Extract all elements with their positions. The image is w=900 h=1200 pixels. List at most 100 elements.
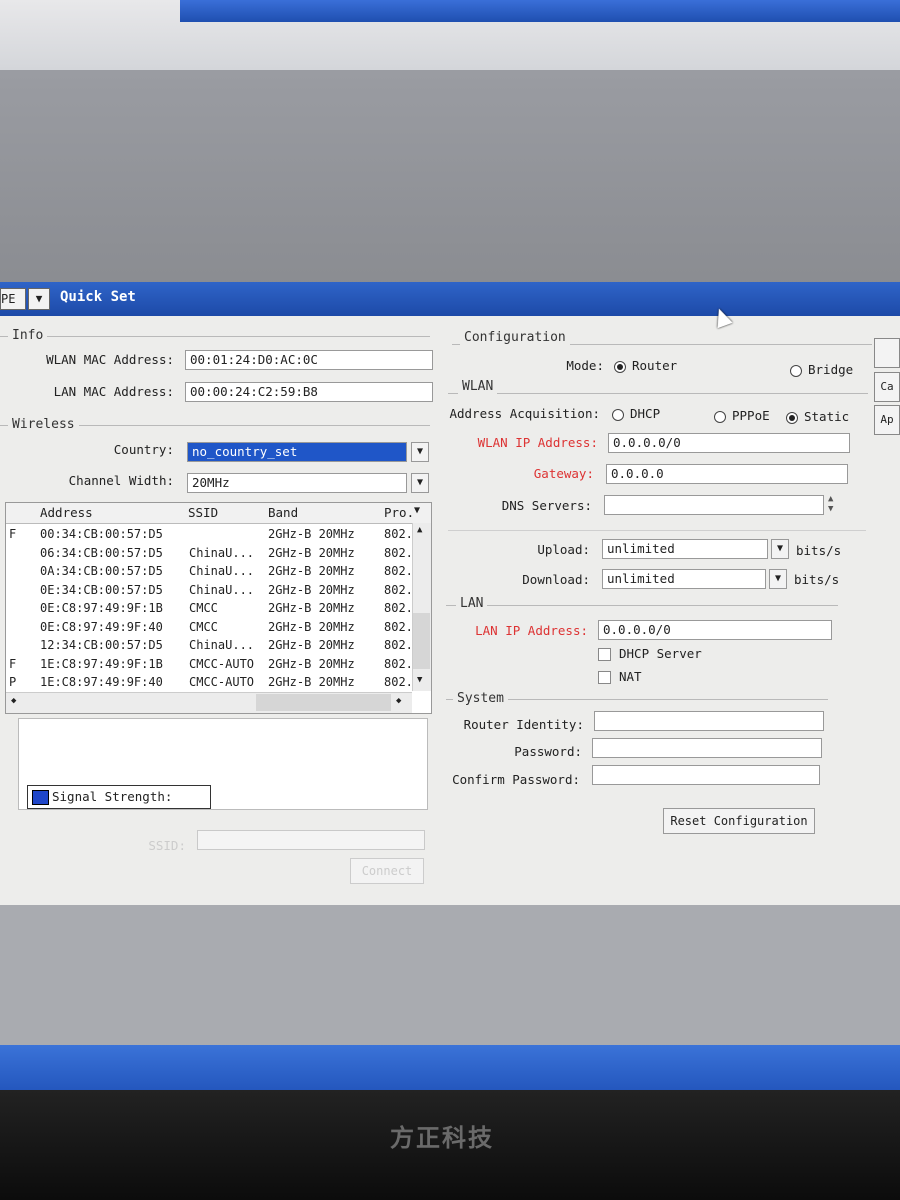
dhcp-server-checkbox[interactable]: DHCP Server	[598, 646, 702, 661]
radio-selected-icon[interactable]	[786, 411, 798, 424]
table-horizontal-scrollbar[interactable]: ◆ ◆	[6, 692, 412, 713]
ssid-input[interactable]	[197, 830, 425, 850]
gateway-label: Gateway:	[533, 466, 594, 481]
window-titlebar[interactable]: PE ▼ Quick Set	[0, 282, 900, 316]
cell-ssid: ChinaU...	[189, 545, 255, 560]
address-acquisition-label: Address Acquisition:	[449, 406, 600, 421]
download-label: Download:	[522, 572, 590, 587]
system-group-title: System	[453, 691, 508, 706]
table-row[interactable]: 0E:C8:97:49:9F:40 CMCC 2GHz-B 20MHz 802.	[6, 618, 413, 637]
table-row[interactable]: F 00:34:CB:00:57:D5 2GHz-B 20MHz 802.	[6, 525, 413, 544]
password-input[interactable]	[592, 738, 822, 758]
wlan-mac-label: WLAN MAC Address:	[46, 352, 174, 367]
cell-pro: 802.	[384, 619, 413, 634]
monitor-brand-logo: 方正科技	[390, 1124, 494, 1152]
cell-band: 2GHz-B 20MHz	[268, 582, 355, 597]
cell-address: 00:34:CB:00:57:D5	[40, 527, 163, 541]
cell-band: 2GHz-B 20MHz	[268, 601, 355, 615]
country-select[interactable]: no_country_set	[187, 442, 407, 462]
table-row[interactable]: 0E:C8:97:49:9F:1B CMCC 2GHz-B 20MHz 802.	[6, 599, 413, 618]
column-header-protocol[interactable]: Pro.	[384, 505, 414, 520]
lan-group-line	[446, 605, 838, 606]
cell-band: 2GHz-B 20MHz	[268, 656, 355, 671]
columns-dropdown-icon[interactable]: ▼	[414, 505, 420, 516]
reset-configuration-button[interactable]: Reset Configuration	[663, 808, 815, 834]
checkbox-icon[interactable]	[598, 648, 611, 661]
acq-pppoe-radio[interactable]: PPPoE	[714, 408, 770, 423]
wlan-ip-input[interactable]: 0.0.0.0/0	[608, 433, 850, 453]
cell-pro: 802.	[384, 527, 413, 541]
scroll-thumb[interactable]	[413, 613, 430, 669]
country-dropdown-icon[interactable]: ▼	[411, 442, 429, 462]
cell-pro: 802.	[384, 601, 413, 615]
scroll-right-icon[interactable]: ◆	[396, 696, 401, 706]
table-row[interactable]: 12:34:CB:00:57:D5 ChinaU... 2GHz-B 20MHz 80…	[6, 636, 413, 655]
cancel-button[interactable]: Ca	[874, 372, 900, 402]
info-group-title: Info	[8, 328, 48, 343]
download-select[interactable]: unlimited	[602, 569, 766, 589]
gateway-input[interactable]: 0.0.0.0	[606, 464, 848, 484]
cell-band: 2GHz-B 20MHz	[268, 619, 355, 634]
table-row[interactable]: 06:34:CB:00:57:D5 ChinaU... 2GHz-B 20MHz 80…	[6, 544, 413, 563]
apply-button[interactable]: Ap	[874, 405, 900, 435]
mode-bridge-radio[interactable]: Bridge	[790, 362, 853, 377]
table-row[interactable]: 0E:34:CB:00:57:D5 ChinaU... 2GHz-B 20MHz 80…	[6, 581, 413, 600]
ok-button[interactable]	[874, 338, 900, 368]
scroll-down-icon[interactable]: ▼	[417, 675, 422, 685]
table-vertical-scrollbar[interactable]: ▲ ▼	[412, 523, 431, 691]
cell-pro: 802.	[384, 545, 413, 560]
upload-select[interactable]: unlimited	[602, 539, 768, 559]
dns-updown-icon[interactable]: ▲ ▼	[828, 494, 833, 514]
wlan-mac-field: 00:01:24:D0:AC:0C	[185, 350, 433, 370]
signal-color-swatch	[32, 790, 49, 805]
profile-selector[interactable]: PE	[0, 288, 26, 310]
cell-address: 1E:C8:97:49:9F:1B	[40, 656, 163, 671]
window-title: Quick Set	[60, 289, 136, 305]
cell-pro: 802.	[384, 582, 413, 597]
mode-bridge-label: Bridge	[808, 362, 854, 377]
dns-servers-input[interactable]	[604, 495, 824, 515]
cell-address: 0E:C8:97:49:9F:1B	[40, 601, 163, 615]
table-row[interactable]: P 1E:C8:97:49:9F:40 CMCC-AUTO 2GHz-B 20MHz 8…	[6, 673, 413, 692]
connect-button[interactable]: Connect	[350, 858, 424, 884]
acq-static-radio[interactable]: Static	[786, 409, 849, 424]
upload-dropdown-icon[interactable]: ▼	[771, 539, 789, 559]
upload-unit: bits/s	[796, 543, 842, 558]
mode-label: Mode:	[566, 358, 604, 373]
radio-unselected-icon[interactable]	[612, 408, 624, 421]
table-row[interactable]: F 1E:C8:97:49:9F:1B CMCC-AUTO 2GHz-B 20MHz 8…	[6, 655, 413, 674]
column-header-address[interactable]: Address	[40, 505, 93, 520]
desktop-area	[0, 70, 900, 290]
radio-selected-icon[interactable]	[614, 360, 626, 373]
configuration-group-title: Configuration	[460, 330, 570, 345]
scroll-up-icon[interactable]: ▲	[417, 525, 422, 535]
channel-width-label: Channel Width:	[68, 473, 174, 488]
monitor-bezel: 方正科技	[0, 1090, 900, 1200]
download-dropdown-icon[interactable]: ▼	[769, 569, 787, 589]
radio-unselected-icon[interactable]	[714, 410, 726, 423]
radio-unselected-icon[interactable]	[790, 364, 802, 377]
column-header-band[interactable]: Band	[268, 505, 298, 520]
cell-ssid: CMCC-AUTO	[189, 675, 255, 689]
upload-label: Upload:	[537, 542, 590, 557]
table-row[interactable]: 0A:34:CB:00:57:D5 ChinaU... 2GHz-B 20MHz 80…	[6, 562, 413, 581]
taskbar[interactable]	[0, 1045, 900, 1090]
scan-list-table[interactable]: Address SSID Band Pro. ▼ F 00:34:CB:00:57…	[5, 502, 432, 714]
column-header-ssid[interactable]: SSID	[188, 505, 218, 520]
hscroll-thumb[interactable]	[256, 694, 391, 711]
acq-dhcp-radio[interactable]: DHCP	[612, 406, 660, 421]
channel-width-select[interactable]: 20MHz	[187, 473, 407, 493]
mode-router-radio[interactable]: Router	[614, 358, 677, 373]
router-identity-label: Router Identity:	[463, 717, 584, 732]
lan-ip-input[interactable]: 0.0.0.0/0	[598, 620, 832, 640]
profile-dropdown-icon[interactable]: ▼	[28, 288, 50, 310]
scroll-left-icon[interactable]: ◆	[11, 696, 16, 706]
checkbox-icon[interactable]	[598, 671, 611, 684]
router-identity-input[interactable]	[594, 711, 824, 731]
confirm-password-input[interactable]	[592, 765, 820, 785]
cell-band: 2GHz-B 20MHz	[268, 564, 355, 578]
cell-address: 12:34:CB:00:57:D5	[40, 638, 163, 652]
channel-width-dropdown-icon[interactable]: ▼	[411, 473, 429, 493]
signal-strength-label: Signal Strength:	[52, 789, 173, 804]
nat-checkbox[interactable]: NAT	[598, 669, 642, 684]
